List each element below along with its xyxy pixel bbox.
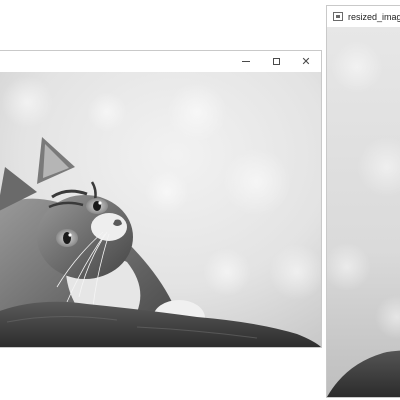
- maximize-button[interactable]: [261, 51, 291, 72]
- image-window-left[interactable]: ✕: [0, 50, 322, 348]
- close-button[interactable]: ✕: [291, 51, 321, 72]
- window-controls: ✕: [231, 51, 321, 72]
- titlebar[interactable]: ✕: [0, 51, 321, 72]
- image-canvas-right[interactable]: [327, 27, 400, 397]
- desktop: ✕ resized_ima: [0, 0, 400, 400]
- minimize-icon: [242, 61, 250, 62]
- minimize-button[interactable]: [231, 51, 261, 72]
- window-app-icon: [333, 12, 343, 21]
- maximize-icon: [272, 58, 280, 65]
- window-title: resized_image_1: [348, 11, 400, 22]
- kitten-photo-right: [327, 27, 400, 397]
- image-canvas[interactable]: [0, 72, 321, 347]
- close-icon: ✕: [301, 56, 311, 68]
- kitten-photo: [0, 72, 321, 347]
- image-window-right[interactable]: resized_image_1: [326, 5, 400, 398]
- titlebar-right[interactable]: resized_image_1: [327, 6, 400, 27]
